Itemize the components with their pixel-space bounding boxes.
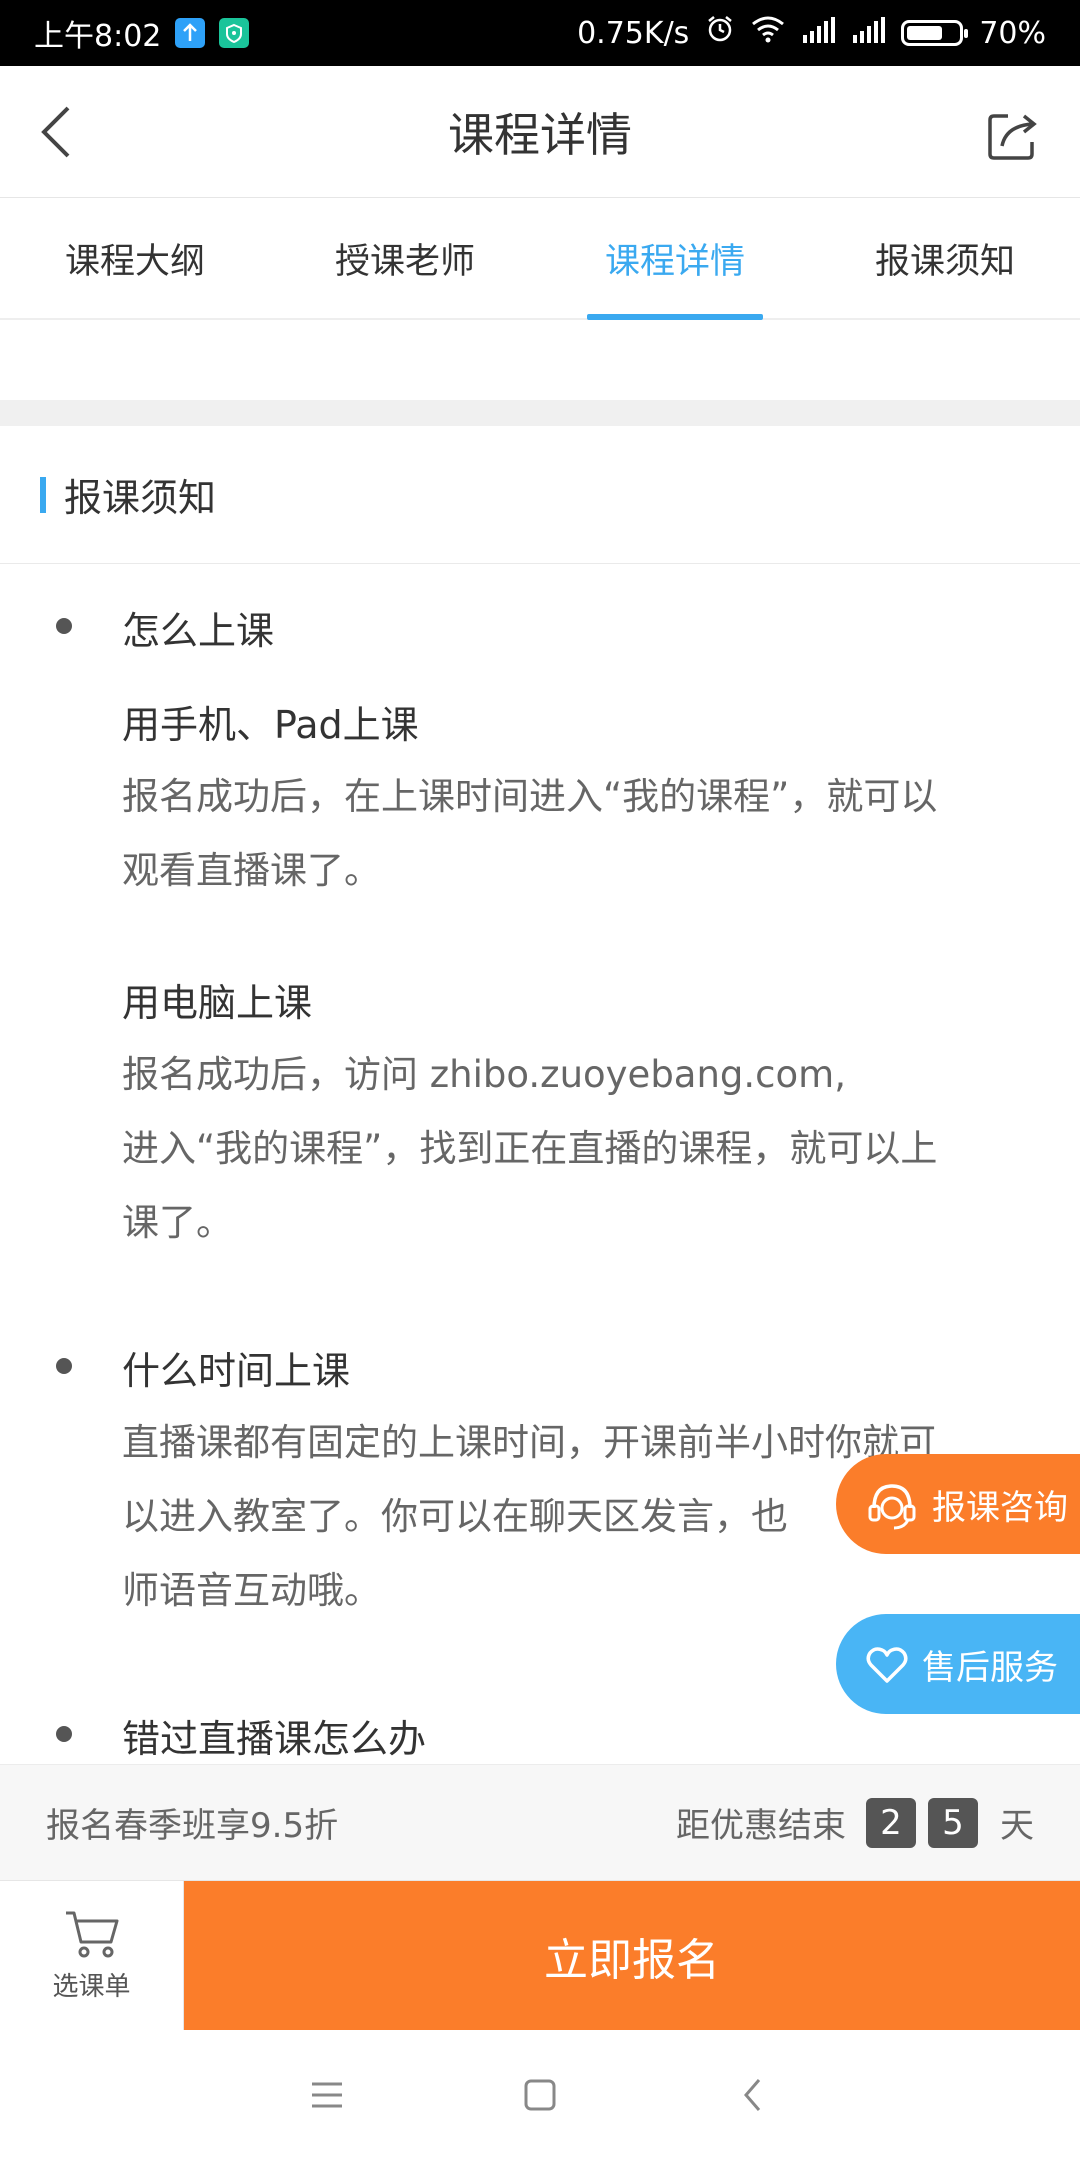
tab-teacher[interactable]: 授课老师 xyxy=(270,198,540,318)
notice-content: 怎么上课 用手机、Pad上课 报名成功后，在上课时间进入“我的课程”，就可以 观… xyxy=(0,564,1080,1764)
countdown-digit: 5 xyxy=(928,1797,978,1848)
chevron-left-icon xyxy=(744,2079,761,2111)
battery-icon xyxy=(901,20,969,46)
paragraph: 报名成功后，在上课时间进入“我的课程”，就可以 观看直播课了。 xyxy=(122,760,1042,908)
share-icon xyxy=(988,114,1037,160)
heart-icon xyxy=(866,1647,908,1683)
cart-button[interactable]: 选课单 xyxy=(0,1881,184,2030)
menu-icon xyxy=(311,2082,342,2108)
subsection-title: 用手机、Pad上课 xyxy=(122,703,419,747)
paragraph-line: 课了。 xyxy=(122,1201,233,1244)
bullet-dot xyxy=(56,618,72,634)
system-back-button[interactable] xyxy=(723,2065,783,2125)
page-title: 课程详情 xyxy=(448,107,632,162)
home-button[interactable] xyxy=(510,2065,570,2125)
enroll-button[interactable]: 立即报名 xyxy=(184,1881,1080,2030)
cart-label: 选课单 xyxy=(52,1972,131,2002)
section-header: 报课须知 xyxy=(0,426,1080,564)
promo-bar: 报名春季班享9.5折 距优惠结束 2 5 天 xyxy=(0,1764,1080,1880)
back-button[interactable] xyxy=(30,102,90,162)
after-sales-label: 售后服务 xyxy=(922,1647,1058,1688)
section-title: 报课须知 xyxy=(64,476,217,520)
network-speed: 0.75K/s xyxy=(577,15,690,51)
tab-bar: 课程大纲 授课老师 课程详情 报课须知 xyxy=(0,198,1080,320)
promo-text: 报名春季班享9.5折 xyxy=(46,1806,339,1846)
tab-enrollment-notice[interactable]: 报课须知 xyxy=(810,198,1080,318)
bullet-dot xyxy=(56,1726,72,1742)
countdown-unit: 天 xyxy=(1000,1806,1034,1846)
item-title: 什么时间上课 xyxy=(122,1349,351,1393)
home-square-icon xyxy=(524,2079,556,2111)
shield-icon xyxy=(219,18,250,48)
subsection-title: 用电脑上课 xyxy=(122,981,313,1025)
section-divider xyxy=(0,400,1080,426)
chevron-left-icon xyxy=(41,106,70,158)
system-nav-bar xyxy=(0,2030,1080,2160)
item-title: 怎么上课 xyxy=(122,609,275,653)
signal-icon-2 xyxy=(851,16,886,51)
menu-button[interactable] xyxy=(297,2065,357,2125)
action-bar: 选课单 立即报名 xyxy=(0,1880,1080,2030)
app-header: 课程详情 xyxy=(0,66,1080,198)
paragraph-line: 报名成功后，在上课时间进入“我的课程”，就可以 xyxy=(122,775,938,818)
tab-course-details[interactable]: 课程详情 xyxy=(540,198,810,318)
consult-label: 报课咨询 xyxy=(932,1487,1068,1528)
tab-syllabus[interactable]: 课程大纲 xyxy=(0,198,270,318)
paragraph-line: 观看直播课了。 xyxy=(122,849,381,892)
section-accent-bar xyxy=(40,476,46,513)
status-bar: 上午8:02 0.75K/s 70% xyxy=(0,0,1080,66)
after-sales-button[interactable]: 售后服务 xyxy=(836,1614,1080,1714)
headset-icon xyxy=(868,1484,916,1530)
countdown-digit: 2 xyxy=(866,1797,916,1848)
paragraph: 报名成功后，访问 zhibo.zuoyebang.com, 进入“我的课程”，找… xyxy=(122,1038,1042,1260)
battery-percent: 70% xyxy=(979,15,1046,51)
item-title: 错过直播课怎么办 xyxy=(122,1717,427,1761)
paragraph-line: 报名成功后，访问 zhibo.zuoyebang.com, xyxy=(122,1053,846,1096)
signal-icon xyxy=(801,16,836,51)
countdown: 距优惠结束 2 5 天 xyxy=(676,1797,1034,1848)
wifi-icon xyxy=(751,15,785,51)
countdown-label: 距优惠结束 xyxy=(676,1806,846,1846)
share-button[interactable] xyxy=(984,106,1042,164)
paragraph-line: 进入“我的课程”，找到正在直播的课程，就可以上 xyxy=(122,1127,938,1170)
bullet-dot xyxy=(56,1358,72,1374)
status-time: 上午8:02 xyxy=(34,19,162,54)
alarm-icon xyxy=(705,14,735,52)
cart-icon xyxy=(65,1911,118,1958)
consult-button[interactable]: 报课咨询 xyxy=(836,1454,1080,1554)
upload-icon xyxy=(175,18,206,48)
